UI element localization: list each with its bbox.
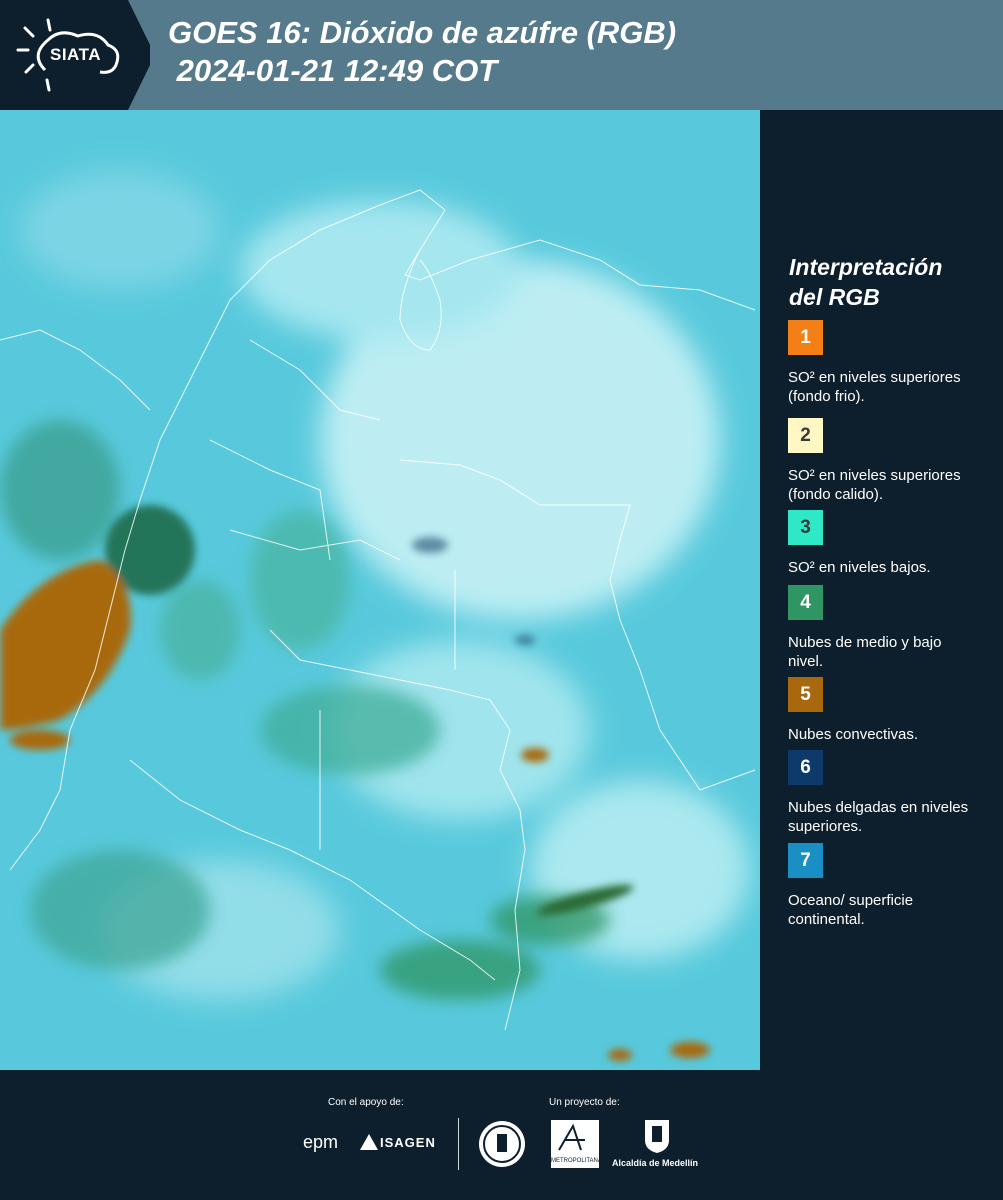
satellite-map [0, 110, 760, 1070]
legend-item-4: 4 Nubes de medio y bajo nivel. [788, 585, 988, 671]
isagen-icon [360, 1134, 378, 1155]
legend-swatch: 7 [788, 843, 823, 878]
legend-panel: Interpretación del RGB 1 SO² en niveles s… [760, 110, 1003, 1070]
legend-title-line-2: del RGB [789, 284, 880, 310]
legend-item-text: Nubes delgadas en niveles superiores. [788, 799, 969, 835]
legend-swatch: 4 [788, 585, 823, 620]
siata-logo: SIATA [0, 0, 150, 110]
legend-item-1: 1 SO² en niveles superiores (fondo frio). [788, 320, 988, 406]
legend-item-3: 3 SO² en niveles bajos. [788, 510, 988, 577]
legend-swatch: 2 [788, 418, 823, 453]
legend-swatch: 1 [788, 320, 823, 355]
epm-logo: epm [303, 1132, 339, 1152]
title-line-1: GOES 16: Dióxido de azúfre (RGB) [168, 15, 677, 50]
project-label: Un proyecto de: [549, 1097, 620, 1108]
footer-divider [458, 1118, 459, 1170]
legend-item-text: SO² en niveles superiores (fondo frio). [788, 369, 961, 405]
legend-item-7: 7 Oceano/ superficie continental. [788, 843, 988, 929]
header-bar: SIATA GOES 16: Dióxido de azúfre (RGB) 2… [0, 0, 1003, 110]
legend-swatch: 5 [788, 677, 823, 712]
page-title: GOES 16: Dióxido de azúfre (RGB) 2024-01… [168, 14, 676, 90]
alcaldia-shield-icon [643, 1118, 671, 1159]
isagen-logo: ISAGEN [380, 1135, 436, 1150]
support-label: Con el apoyo de: [328, 1097, 404, 1108]
title-line-2: 2024-01-21 12:49 COT [168, 53, 498, 88]
legend-item-text: Nubes convectivas. [788, 726, 919, 743]
footer: Con el apoyo de: Un proyecto de: epm ISA… [0, 1070, 1003, 1200]
legend-swatch: 3 [788, 510, 823, 545]
legend-item-text: SO² en niveles superiores (fondo calido)… [788, 467, 961, 503]
legend-swatch: 6 [788, 750, 823, 785]
legend-item-5: 5 Nubes convectivas. [788, 677, 988, 744]
legend-item-text: SO² en niveles bajos. [788, 559, 931, 576]
legend-item-2: 2 SO² en niveles superiores (fondo calido… [788, 418, 988, 504]
satellite-image [0, 110, 760, 1070]
medellin-seal-icon [478, 1120, 526, 1173]
logo-text: SIATA [50, 45, 101, 64]
legend-title: Interpretación del RGB [789, 252, 989, 312]
area-metro-text: METROPOLITANA [551, 1158, 602, 1164]
alcaldia-text: Alcaldía de Medellín [612, 1158, 699, 1168]
legend-item-6: 6 Nubes delgadas en niveles superiores. [788, 750, 988, 836]
legend-title-line-1: Interpretación [789, 254, 943, 280]
legend-item-text: Nubes de medio y bajo nivel. [788, 634, 942, 670]
legend-item-text: Oceano/ superficie continental. [788, 892, 914, 928]
